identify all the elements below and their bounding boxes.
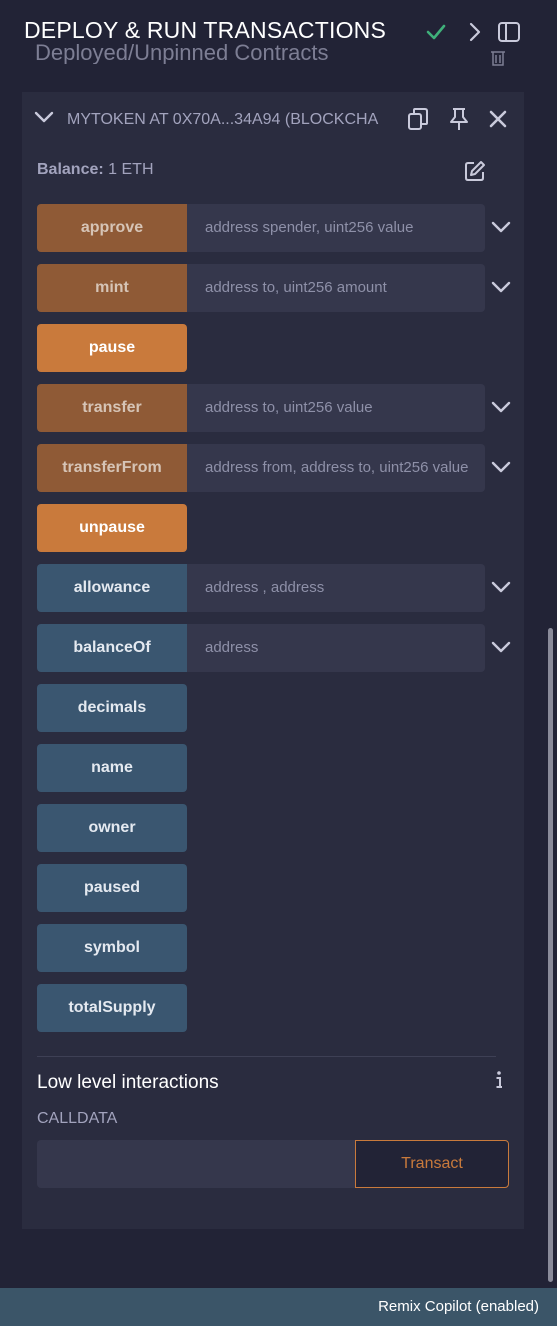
panel-header: Deployed/Unpinned Contracts DEPLOY & RUN… [0, 0, 557, 67]
approve-button[interactable]: approve [37, 204, 187, 252]
symbol-button[interactable]: symbol [37, 924, 187, 972]
function-row-allowance: allowance address , address [37, 564, 511, 612]
function-row-mint: mint address to, uint256 amount [37, 264, 511, 312]
copilot-status[interactable]: Remix Copilot (enabled) [378, 1298, 539, 1315]
chevron-down-icon[interactable] [491, 640, 511, 654]
function-row-balanceof: balanceOf address [37, 624, 511, 672]
copy-icon[interactable] [406, 107, 430, 131]
function-row-transferfrom: transferFrom address from, address to, ui… [37, 444, 511, 492]
function-row-unpause: unpause [37, 504, 507, 552]
balanceof-button[interactable]: balanceOf [37, 624, 187, 672]
owner-button[interactable]: owner [37, 804, 187, 852]
decimals-button[interactable]: decimals [37, 684, 187, 732]
function-row-transfer: transfer address to, uint256 value [37, 384, 511, 432]
transfer-button[interactable]: transfer [37, 384, 187, 432]
check-icon [426, 24, 446, 40]
transfer-input[interactable]: address to, uint256 value [187, 384, 485, 432]
function-row-pause: pause [37, 324, 507, 372]
chevron-down-icon[interactable] [491, 280, 511, 294]
totalsupply-button[interactable]: totalSupply [37, 984, 187, 1032]
function-row-name: name [37, 744, 507, 792]
chevron-down-icon[interactable] [34, 110, 54, 126]
name-button[interactable]: name [37, 744, 187, 792]
transferfrom-input[interactable]: address from, address to, uint256 value [187, 444, 485, 492]
chevron-down-icon[interactable] [491, 400, 511, 414]
divider [37, 1056, 496, 1057]
function-row-totalsupply: totalSupply [37, 984, 507, 1032]
function-row-paused: paused [37, 864, 507, 912]
trash-icon[interactable] [489, 51, 507, 67]
contract-name: MYTOKEN AT 0X70A...34A94 (BLOCKCHA [67, 111, 379, 128]
scrollbar-thumb[interactable] [548, 628, 553, 1282]
allowance-button[interactable]: allowance [37, 564, 187, 612]
chevron-down-icon[interactable] [491, 580, 511, 594]
close-icon[interactable] [486, 107, 510, 131]
transact-button[interactable]: Transact [355, 1140, 509, 1188]
balance-label: Balance: [37, 161, 104, 178]
balance-value: 1 ETH [108, 161, 154, 178]
contract-header: MYTOKEN AT 0X70A...34A94 (BLOCKCHA [22, 92, 524, 146]
pause-button[interactable]: pause [37, 324, 187, 372]
deployed-contract-card: MYTOKEN AT 0X70A...34A94 (BLOCKCHA Balan… [22, 92, 524, 1229]
transferfrom-button[interactable]: transferFrom [37, 444, 187, 492]
low-level-title: Low level interactions [37, 1072, 219, 1093]
pin-icon[interactable] [447, 107, 471, 131]
allowance-input[interactable]: address , address [187, 564, 485, 612]
chevron-right-icon[interactable] [463, 20, 487, 44]
function-row-approve: approve address spender, uint256 value [37, 204, 511, 252]
info-icon[interactable] [492, 1069, 506, 1091]
function-row-decimals: decimals [37, 684, 507, 732]
chevron-down-icon[interactable] [491, 460, 511, 474]
function-row-symbol: symbol [37, 924, 507, 972]
calldata-label: CALLDATA [37, 1110, 118, 1127]
approve-input[interactable]: address spender, uint256 value [187, 204, 485, 252]
paused-button[interactable]: paused [37, 864, 187, 912]
balanceof-input[interactable]: address [187, 624, 485, 672]
balance-display: Balance: 1 ETH [37, 161, 154, 179]
edit-icon[interactable] [464, 160, 486, 182]
function-row-owner: owner [37, 804, 507, 852]
calldata-input[interactable] [37, 1140, 355, 1188]
unpause-button[interactable]: unpause [37, 504, 187, 552]
mint-button[interactable]: mint [37, 264, 187, 312]
mint-input[interactable]: address to, uint256 amount [187, 264, 485, 312]
status-bar: Remix Copilot (enabled) [0, 1288, 557, 1326]
chevron-down-icon[interactable] [491, 220, 511, 234]
sidebar-toggle-icon[interactable] [497, 20, 521, 44]
page-title: DEPLOY & RUN TRANSACTIONS [24, 17, 387, 43]
